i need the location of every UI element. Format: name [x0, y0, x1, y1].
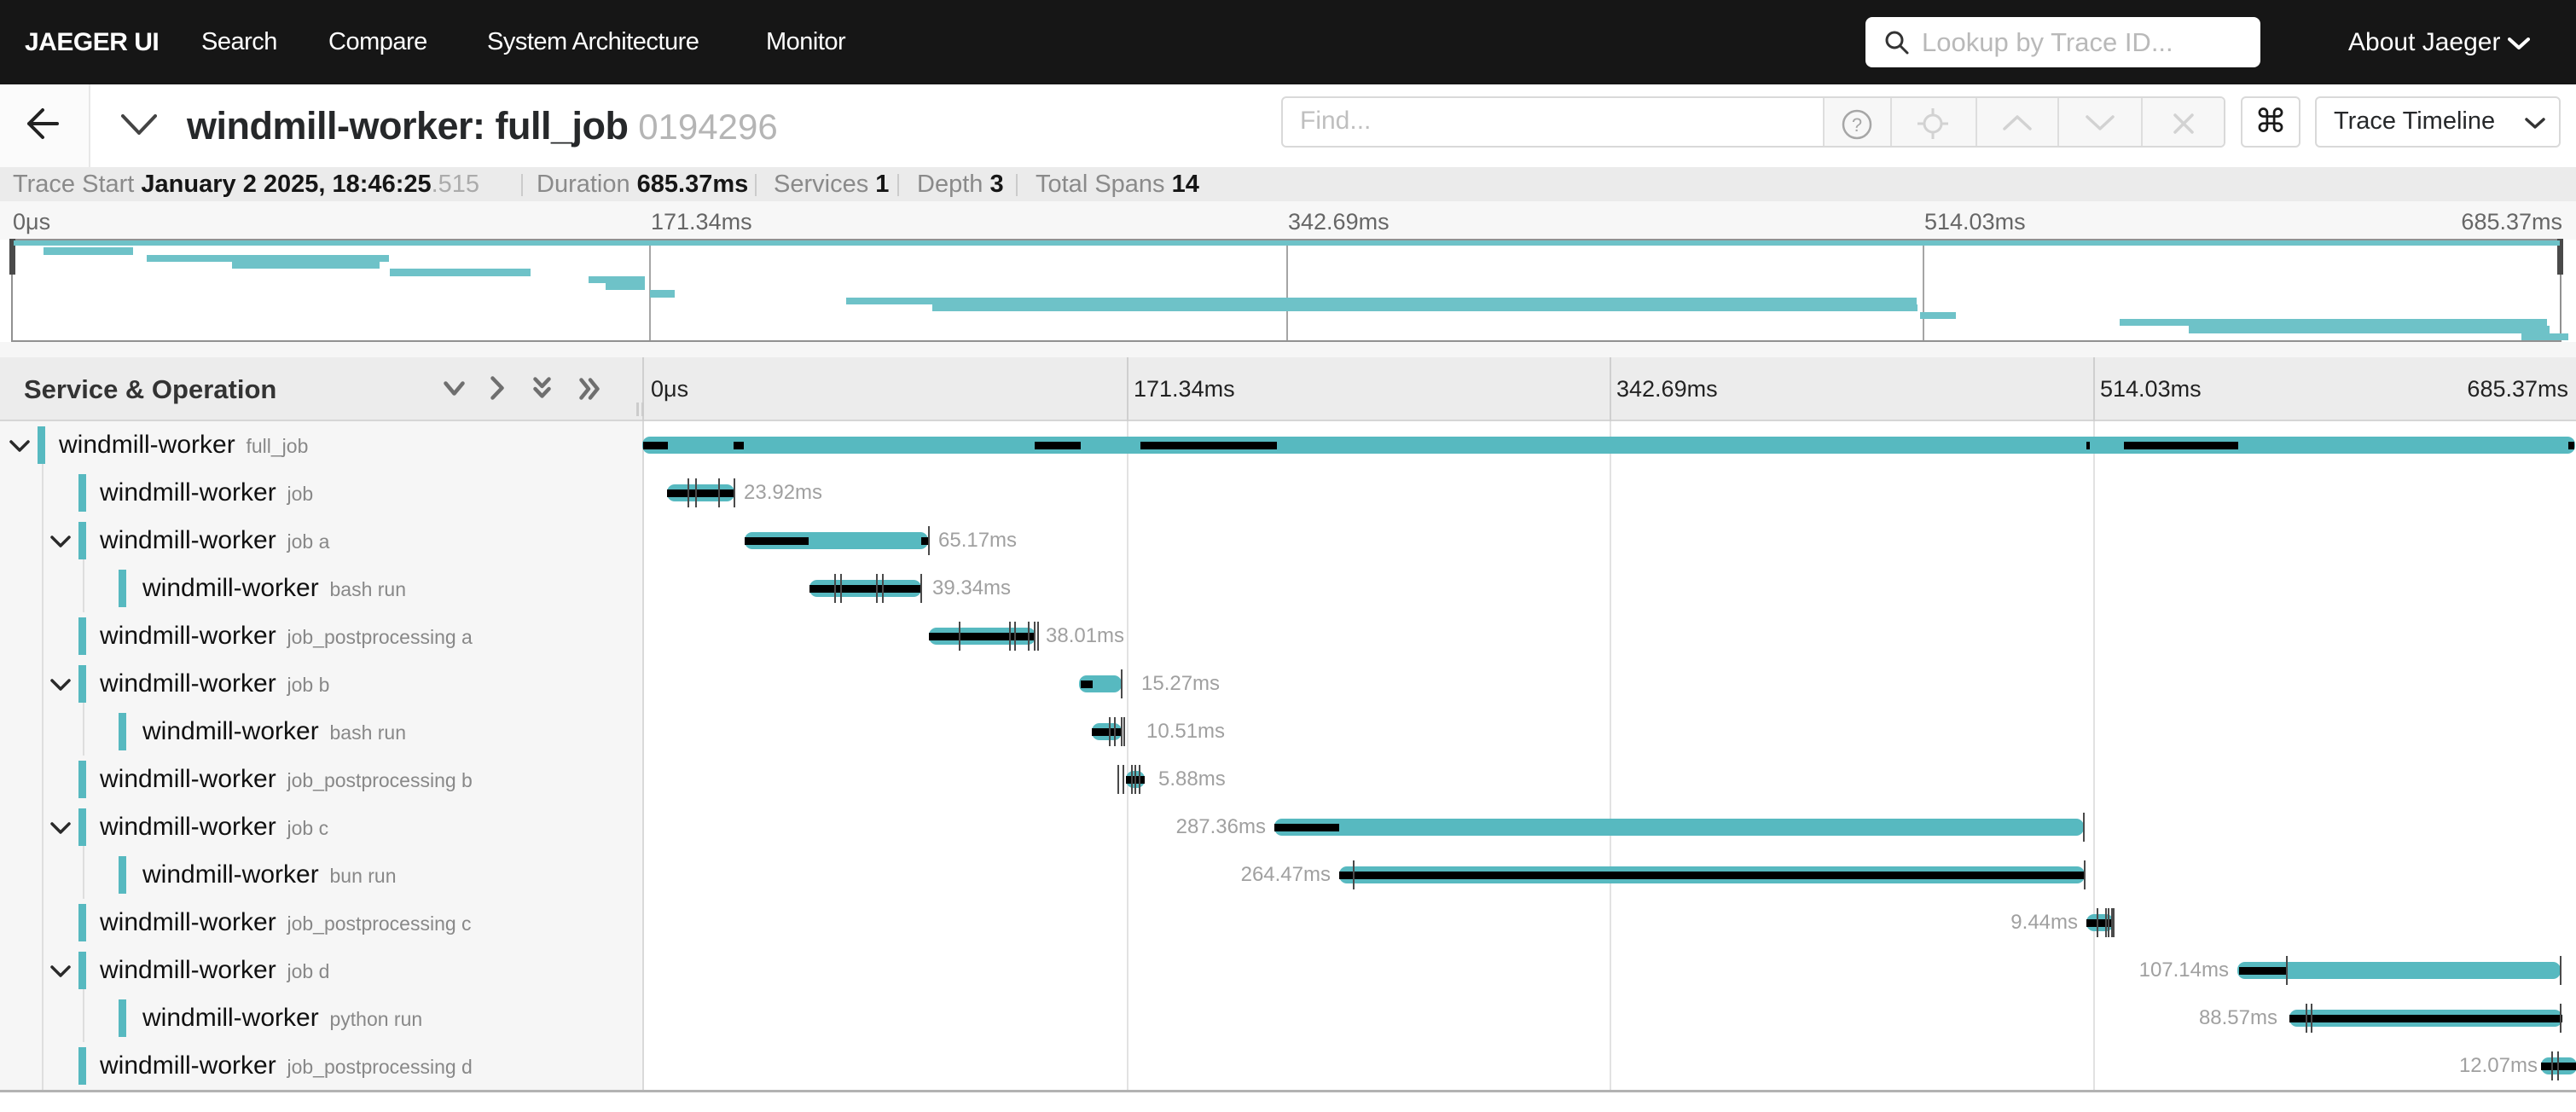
svg-text:?: ? — [1852, 114, 1862, 136]
